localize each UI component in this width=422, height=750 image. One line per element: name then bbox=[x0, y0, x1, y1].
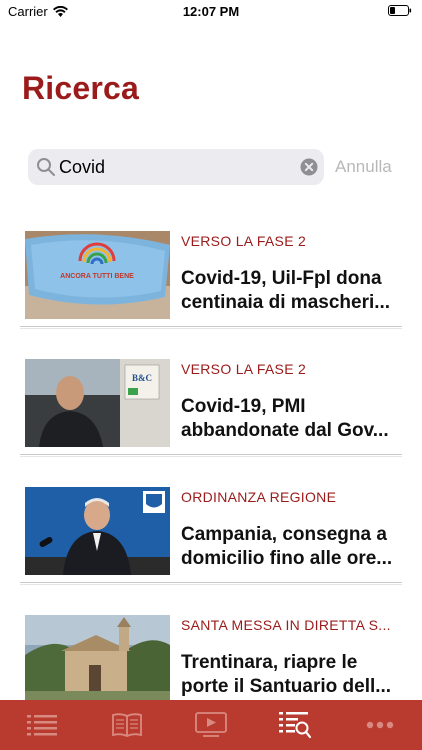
search-input[interactable] bbox=[59, 149, 289, 185]
status-bar: Carrier 12:07 PM bbox=[0, 0, 422, 24]
cancel-button[interactable]: Annulla bbox=[335, 157, 392, 177]
search-icon bbox=[37, 158, 55, 176]
article-thumbnail: ANCORA TUTTI BENE bbox=[25, 231, 170, 319]
video-icon bbox=[195, 712, 227, 737]
more-icon bbox=[366, 721, 394, 729]
tab-magazine[interactable] bbox=[84, 700, 168, 750]
list-icon bbox=[27, 715, 58, 736]
battery-icon bbox=[388, 5, 412, 16]
article-category: SANTA MESSA IN DIRETTA S... bbox=[181, 617, 391, 633]
article-thumbnail bbox=[25, 487, 170, 575]
search-list-icon bbox=[279, 712, 312, 739]
article-item[interactable]: B&C VERSO LA FASE 2 Covid-19, PMI abband… bbox=[0, 356, 422, 484]
article-item[interactable]: ORDINANZA REGIONE Campania, consegna a d… bbox=[0, 484, 422, 612]
article-category: ORDINANZA REGIONE bbox=[181, 489, 337, 505]
tab-more[interactable] bbox=[338, 700, 422, 750]
article-item[interactable]: ANCORA TUTTI BENE VERSO LA FASE 2 Covid-… bbox=[0, 228, 422, 356]
screen: Carrier 12:07 PM Ricerca Annulla bbox=[0, 0, 422, 750]
tab-search[interactable] bbox=[253, 700, 337, 750]
thumbnail-caption: ANCORA TUTTI BENE bbox=[60, 273, 134, 280]
article-title: Covid-19, Uil-Fpl dona centinaia di masc… bbox=[181, 268, 391, 313]
tab-news-list[interactable] bbox=[0, 700, 84, 750]
book-icon bbox=[111, 713, 142, 737]
article-category: VERSO LA FASE 2 bbox=[181, 233, 307, 249]
tab-bar bbox=[0, 700, 422, 750]
article-thumbnail bbox=[25, 615, 170, 703]
status-time: 12:07 PM bbox=[182, 4, 240, 19]
thumbnail-caption: B&C bbox=[132, 373, 152, 383]
article-category: VERSO LA FASE 2 bbox=[181, 361, 307, 377]
article-title: Trentinara, riapre le porte il Santuario… bbox=[181, 652, 392, 697]
tab-video[interactable] bbox=[169, 700, 253, 750]
divider bbox=[20, 454, 402, 455]
divider bbox=[20, 582, 402, 583]
clear-icon[interactable] bbox=[300, 158, 318, 176]
page-title: Ricerca bbox=[22, 70, 140, 106]
divider bbox=[20, 326, 402, 327]
article-title: Covid-19, PMI abbandonate dal Gov... bbox=[181, 396, 389, 441]
search-bar[interactable] bbox=[28, 149, 324, 185]
article-thumbnail: B&C bbox=[25, 359, 170, 447]
article-list: ANCORA TUTTI BENE VERSO LA FASE 2 Covid-… bbox=[0, 228, 422, 740]
article-title: Campania, consegna a domicilio fino alle… bbox=[181, 524, 393, 569]
